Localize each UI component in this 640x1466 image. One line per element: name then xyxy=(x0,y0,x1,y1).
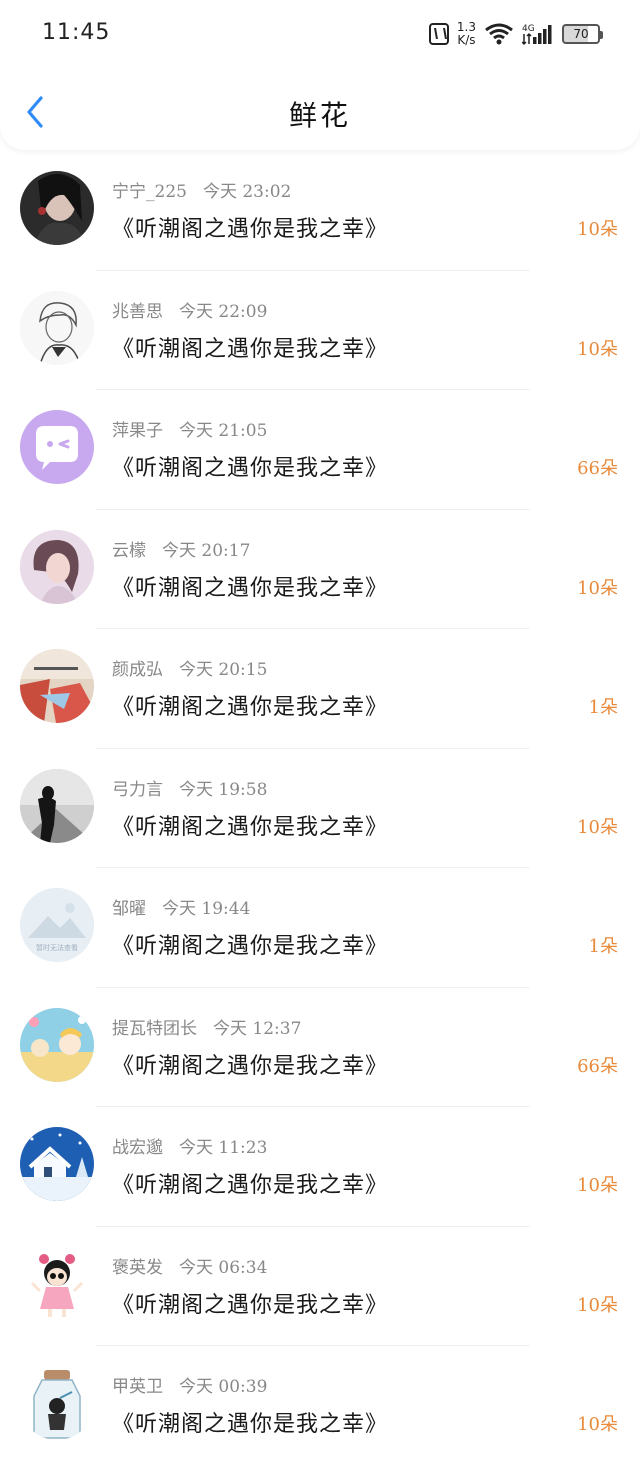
signal-icon: 4G xyxy=(522,22,554,46)
avatar[interactable] xyxy=(20,171,94,245)
item-meta: 萍果子 今天 21:05 xyxy=(112,416,267,441)
sender-name[interactable]: 褒英发 xyxy=(112,1258,163,1278)
sender-name[interactable]: 弓力言 xyxy=(112,780,163,800)
top-bar: 11:45 1.3 K/s 4G 70 鲜花 xyxy=(0,0,640,150)
list-item[interactable]: 弓力言 今天 19:58 《听潮阁之遇你是我之幸》 10朵 xyxy=(0,749,640,868)
flower-count: 10朵 xyxy=(577,1175,618,1196)
item-meta: 弓力言 今天 19:58 xyxy=(112,775,267,800)
flower-count: 10朵 xyxy=(577,1414,618,1435)
sent-time: 今天 20:15 xyxy=(179,660,268,680)
nfc-icon xyxy=(428,23,449,45)
sent-time: 今天 12:37 xyxy=(213,1018,302,1039)
item-meta: 甲英卫 今天 00:39 xyxy=(112,1372,267,1397)
list-item[interactable]: 颜成弘 今天 20:15 《听潮阁之遇你是我之幸》 1朵 xyxy=(0,629,640,749)
book-title[interactable]: 《听潮阁之遇你是我之幸》 xyxy=(112,928,388,960)
item-meta: 宁宁_225 今天 23:02 xyxy=(112,177,291,202)
flower-count: 10朵 xyxy=(577,219,618,240)
item-meta: 褒英发 今天 06:34 xyxy=(112,1253,267,1278)
sender-name[interactable]: 战宏邈 xyxy=(112,1138,163,1158)
avatar[interactable] xyxy=(20,1127,94,1201)
sender-name[interactable]: 颜成弘 xyxy=(112,660,163,680)
flower-count: 66朵 xyxy=(577,458,618,479)
item-meta: 邹曜 今天 19:44 xyxy=(112,894,250,919)
battery-level: 70 xyxy=(573,27,589,41)
gift-list: 宁宁_225 今天 23:02 《听潮阁之遇你是我之幸》 10朵 兆善思 今天 22… xyxy=(0,151,640,1466)
page-title: 鲜花 xyxy=(288,99,351,132)
item-meta: 提瓦特团长 今天 12:37 xyxy=(112,1014,301,1039)
avatar[interactable] xyxy=(20,1007,94,1082)
book-title[interactable]: 《听潮阁之遇你是我之幸》 xyxy=(112,1167,388,1199)
battery-icon: 70 xyxy=(562,24,603,44)
sender-name[interactable]: 萍果子 xyxy=(112,421,163,441)
wifi-icon xyxy=(484,22,514,46)
list-item[interactable]: 甲英卫 今天 00:39 《听潮阁之遇你是我之幸》 10朵 xyxy=(0,1346,640,1466)
sender-name[interactable]: 甲英卫 xyxy=(112,1377,163,1397)
status-bar: 11:45 1.3 K/s 4G 70 xyxy=(0,0,640,68)
book-title[interactable]: 《听潮阁之遇你是我之幸》 xyxy=(112,570,388,602)
item-meta: 兆善思 今天 22:09 xyxy=(112,297,267,322)
sent-time: 今天 23:02 xyxy=(202,182,292,202)
item-meta: 颜成弘 今天 20:15 xyxy=(112,655,267,680)
list-item[interactable]: 宁宁_225 今天 23:02 《听潮阁之遇你是我之幸》 10朵 xyxy=(0,151,640,271)
list-item[interactable]: 云檬 今天 20:17 《听潮阁之遇你是我之幸》 10朵 xyxy=(0,510,640,629)
book-title[interactable]: 《听潮阁之遇你是我之幸》 xyxy=(112,450,388,482)
nav-bar: 鲜花 xyxy=(0,68,640,150)
list-item[interactable]: 兆善思 今天 22:09 《听潮阁之遇你是我之幸》 10朵 xyxy=(0,271,640,390)
sent-time: 今天 00:39 xyxy=(179,1377,268,1397)
book-title[interactable]: 《听潮阁之遇你是我之幸》 xyxy=(112,809,388,841)
flower-count: 66朵 xyxy=(577,1055,618,1077)
sent-time: 今天 19:58 xyxy=(179,779,268,800)
avatar[interactable] xyxy=(20,1246,94,1321)
avatar[interactable] xyxy=(20,290,94,365)
list-item[interactable]: 战宏邈 今天 11:23 《听潮阁之遇你是我之幸》 10朵 xyxy=(0,1107,640,1227)
flower-count: 1朵 xyxy=(588,697,618,718)
sender-name[interactable]: 云檬 xyxy=(112,541,146,561)
status-icons: 1.3 K/s 4G 70 xyxy=(428,18,603,50)
placeholder-caption: 暂时无法查看 xyxy=(36,943,78,952)
network-speed: 1.3 K/s xyxy=(457,21,476,47)
avatar[interactable] xyxy=(20,529,94,604)
flower-count: 10朵 xyxy=(577,1294,618,1316)
book-title[interactable]: 《听潮阁之遇你是我之幸》 xyxy=(112,1406,388,1438)
avatar[interactable]: 暂时无法查看 xyxy=(20,888,94,962)
avatar[interactable] xyxy=(20,768,94,843)
list-item[interactable]: 提瓦特团长 今天 12:37 《听潮阁之遇你是我之幸》 66朵 xyxy=(0,988,640,1107)
status-time: 11:45 xyxy=(42,20,111,45)
network-speed-unit: K/s xyxy=(457,33,476,47)
sent-time: 今天 21:05 xyxy=(179,421,268,441)
flower-count: 10朵 xyxy=(577,338,618,360)
sender-name[interactable]: 邹曜 xyxy=(112,899,146,919)
list-item[interactable]: 褒英发 今天 06:34 《听潮阁之遇你是我之幸》 10朵 xyxy=(0,1227,640,1346)
book-title[interactable]: 《听潮阁之遇你是我之幸》 xyxy=(112,211,388,243)
sender-name[interactable]: 提瓦特团长 xyxy=(112,1019,197,1039)
sent-time: 今天 19:44 xyxy=(162,899,251,919)
book-title[interactable]: 《听潮阁之遇你是我之幸》 xyxy=(112,331,388,363)
network-type-label: 4G xyxy=(522,24,535,34)
avatar[interactable] xyxy=(20,410,94,484)
book-title[interactable]: 《听潮阁之遇你是我之幸》 xyxy=(112,689,388,721)
sent-time: 今天 22:09 xyxy=(179,301,268,322)
sender-name[interactable]: 宁宁_225 xyxy=(112,182,187,202)
sent-time: 今天 11:23 xyxy=(179,1138,268,1158)
flower-count: 1朵 xyxy=(588,936,618,957)
avatar[interactable] xyxy=(20,1366,94,1440)
flower-count: 10朵 xyxy=(577,577,618,599)
book-title[interactable]: 《听潮阁之遇你是我之幸》 xyxy=(112,1048,388,1080)
item-meta: 战宏邈 今天 11:23 xyxy=(112,1133,267,1158)
book-title[interactable]: 《听潮阁之遇你是我之幸》 xyxy=(112,1287,388,1319)
avatar[interactable] xyxy=(20,649,94,723)
sender-name[interactable]: 兆善思 xyxy=(112,302,163,322)
list-item[interactable]: 暂时无法查看 邹曜 今天 19:44 《听潮阁之遇你是我之幸》 1朵 xyxy=(0,868,640,988)
sent-time: 今天 20:17 xyxy=(162,540,251,561)
sent-time: 今天 06:34 xyxy=(179,1257,268,1278)
item-meta: 云檬 今天 20:17 xyxy=(112,536,250,561)
flower-count: 10朵 xyxy=(577,816,618,838)
list-item[interactable]: 萍果子 今天 21:05 《听潮阁之遇你是我之幸》 66朵 xyxy=(0,390,640,510)
